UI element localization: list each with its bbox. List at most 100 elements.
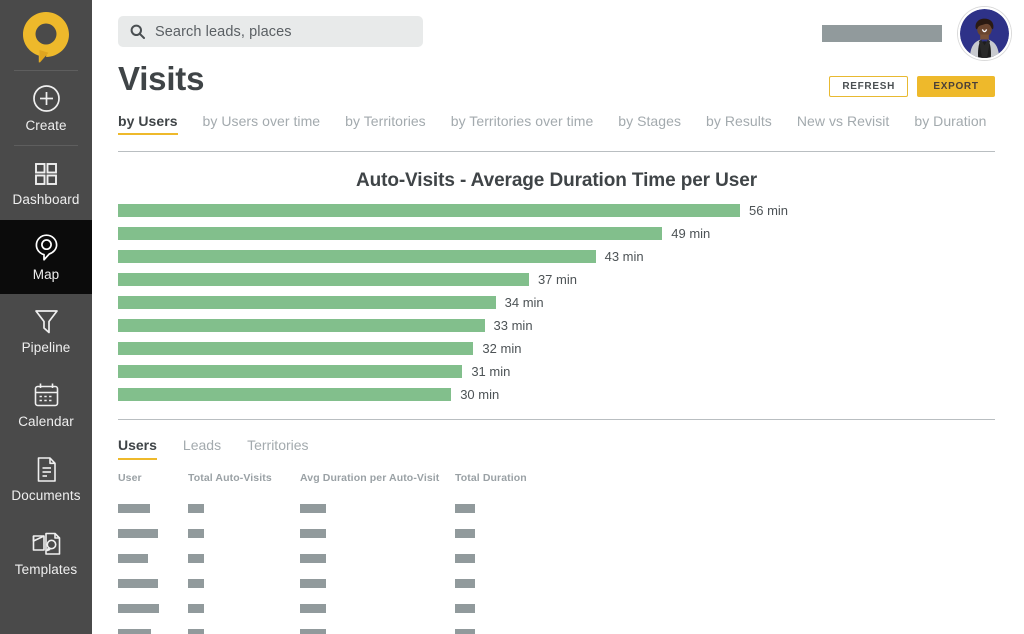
redacted-value	[118, 529, 158, 538]
bar-value-label: 33 min	[493, 318, 533, 333]
column-header-avg-duration[interactable]: Avg Duration per Auto-Visit	[300, 472, 455, 484]
tab-by-users-over-time[interactable]: by Users over time	[203, 113, 335, 137]
export-button[interactable]: EXPORT	[917, 76, 995, 97]
main-content: Search leads, places Visits REFRESH EXPO	[92, 0, 1024, 634]
cell-avg-duration	[300, 529, 455, 538]
cell-total-duration	[455, 504, 575, 513]
column-header-user[interactable]: User	[118, 472, 188, 484]
tab-by-territories-over-time[interactable]: by Territories over time	[451, 113, 608, 137]
action-buttons: REFRESH EXPORT	[829, 76, 995, 97]
table-row[interactable]	[118, 621, 995, 634]
bar[interactable]	[118, 365, 463, 378]
sidebar-item-map[interactable]: Map	[0, 220, 92, 294]
cell-total-visits	[188, 579, 300, 588]
sidebar-item-label: Templates	[14, 562, 78, 578]
sidebar-item-documents[interactable]: Documents	[0, 442, 92, 516]
subtab-users[interactable]: Users	[118, 437, 171, 461]
sidebar-item-label: Create	[25, 118, 67, 134]
refresh-button[interactable]: REFRESH	[829, 76, 908, 97]
redacted-value	[455, 504, 475, 513]
cell-user	[118, 554, 188, 563]
cell-avg-duration	[300, 604, 455, 613]
app-logo[interactable]	[0, 0, 92, 70]
redacted-value	[118, 504, 150, 513]
account-name-redacted	[822, 25, 942, 42]
table-row[interactable]	[118, 496, 995, 521]
map-pin-logo-icon	[23, 12, 69, 63]
tab-by-users[interactable]: by Users	[118, 113, 192, 137]
sidebar: Create Dashboard Map Pipeline Calendar D…	[0, 0, 92, 634]
sidebar-item-label: Pipeline	[21, 340, 71, 356]
tab-new-vs-revisit[interactable]: New vs Revisit	[797, 113, 904, 137]
chart-title: Auto-Visits - Average Duration Time per …	[355, 170, 758, 191]
cell-total-visits	[188, 629, 300, 634]
bar[interactable]	[118, 204, 740, 217]
sidebar-item-create[interactable]: Create	[0, 71, 92, 145]
plus-circle-icon	[31, 83, 62, 114]
bar-row: 34 min	[118, 291, 995, 314]
redacted-value	[188, 604, 204, 613]
bar[interactable]	[118, 273, 529, 286]
funnel-icon	[32, 307, 61, 336]
table-body	[118, 496, 995, 634]
cell-user	[118, 629, 188, 634]
bar[interactable]	[118, 250, 596, 263]
redacted-value	[300, 504, 326, 513]
search-input[interactable]: Search leads, places	[118, 16, 423, 47]
bar[interactable]	[118, 227, 663, 240]
sidebar-item-templates[interactable]: Templates	[0, 516, 92, 590]
user-avatar[interactable]	[958, 7, 1011, 60]
table-row[interactable]	[118, 546, 995, 571]
redacted-value	[188, 554, 204, 563]
report-tabs: by Users by Users over time by Territori…	[118, 113, 1012, 137]
redacted-value	[118, 579, 158, 588]
cell-total-duration	[455, 579, 575, 588]
redacted-value	[118, 604, 159, 613]
bar[interactable]	[118, 342, 474, 355]
tab-by-territories[interactable]: by Territories	[345, 113, 440, 137]
redacted-value	[455, 629, 475, 634]
subtab-territories[interactable]: Territories	[247, 437, 322, 461]
column-header-total-visits[interactable]: Total Auto-Visits	[188, 472, 300, 484]
redacted-value	[455, 554, 475, 563]
sidebar-item-label: Dashboard	[12, 191, 80, 207]
templates-icon	[31, 529, 62, 558]
bar-value-label: 32 min	[482, 341, 522, 356]
bar-row: 32 min	[118, 337, 995, 360]
bar-row: 43 min	[118, 245, 995, 268]
divider-bottom	[118, 419, 995, 420]
bar[interactable]	[118, 296, 496, 309]
cell-user	[118, 504, 188, 513]
bar-value-label: 34 min	[504, 295, 544, 310]
table-row[interactable]	[118, 596, 995, 621]
redacted-value	[118, 629, 151, 634]
grid-icon	[32, 160, 60, 188]
bar[interactable]	[118, 319, 485, 332]
tab-by-results[interactable]: by Results	[706, 113, 786, 137]
table-row[interactable]	[118, 571, 995, 596]
cell-user	[118, 529, 188, 538]
tab-by-stages[interactable]: by Stages	[618, 113, 695, 137]
bar-row: 37 min	[118, 268, 995, 291]
table-row[interactable]	[118, 521, 995, 546]
bar[interactable]	[118, 388, 452, 401]
map-pin-icon	[31, 232, 62, 263]
redacted-value	[118, 554, 148, 563]
cell-total-visits	[188, 604, 300, 613]
redacted-value	[455, 604, 475, 613]
cell-total-duration	[455, 629, 575, 634]
tab-by-duration[interactable]: by Duration	[914, 113, 1000, 137]
bar-row: 33 min	[118, 314, 995, 337]
app-root: Create Dashboard Map Pipeline Calendar D…	[0, 0, 1024, 634]
bar-value-label: 31 min	[471, 364, 511, 379]
cell-total-duration	[455, 554, 575, 563]
table-tabs: Users Leads Territories	[118, 437, 335, 461]
sidebar-item-calendar[interactable]: Calendar	[0, 368, 92, 442]
column-header-total-duration[interactable]: Total Duration	[455, 472, 575, 484]
redacted-value	[455, 579, 475, 588]
subtab-leads[interactable]: Leads	[183, 437, 235, 461]
bar-value-label: 49 min	[671, 226, 711, 241]
sidebar-item-dashboard[interactable]: Dashboard	[0, 146, 92, 220]
sidebar-item-pipeline[interactable]: Pipeline	[0, 294, 92, 368]
cell-avg-duration	[300, 504, 455, 513]
